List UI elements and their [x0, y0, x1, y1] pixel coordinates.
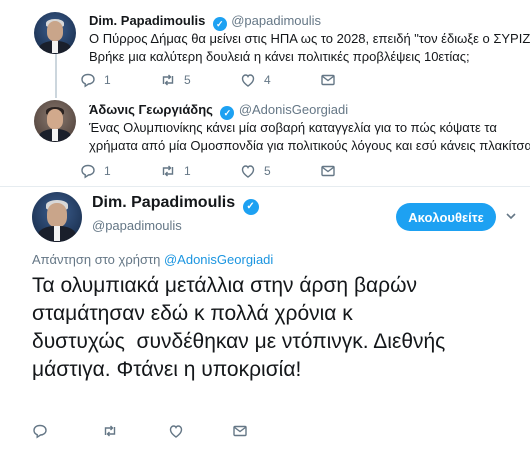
message-button[interactable] [232, 423, 312, 439]
main-tweet-line: μάστιγα. Φτάνει η υποκρισία! [32, 358, 302, 381]
author-name[interactable]: Dim. Papadimoulis [92, 194, 235, 211]
message-icon [321, 74, 335, 86]
reply-icon [81, 164, 95, 179]
main-tweet-line: δυστυχώς συνδέθηκαν με ντόπινγκ. Διεθνής [32, 330, 446, 353]
avatar[interactable] [34, 12, 76, 54]
reply-count: 1 [104, 73, 111, 87]
author-name[interactable]: Άδωνις Γεωργιάδης [89, 102, 213, 117]
verified-badge-icon: ✓ [220, 106, 235, 120]
author-handle[interactable]: @papadimoulis [231, 13, 321, 28]
main-tweet-line: σταμάτησαν εδώ κ πολλά χρόνια κ [32, 302, 353, 325]
tweet-text-line: Ο Πύρρος Δήμας θα μείνει στις ΗΠΑ ως το … [89, 31, 530, 46]
avatar[interactable] [32, 192, 82, 242]
reply-prefix: Απάντηση στο χρήστη [32, 252, 161, 267]
reply-handle-link[interactable]: @AdonisGeorgiadi [164, 252, 273, 267]
verified-badge-icon: ✓ [242, 199, 259, 215]
main-author-handle[interactable]: @papadimoulis [92, 218, 182, 233]
retweet-icon [104, 425, 116, 437]
main-tweet-line: Τα ολυμπιακά μετάλλια στην άρση βαρών [32, 274, 418, 297]
retweet-icon [162, 165, 174, 177]
author-handle[interactable]: @AdonisGeorgiadi [239, 102, 348, 117]
message-button[interactable] [320, 163, 400, 179]
like-count: 5 [264, 164, 271, 178]
following-button[interactable]: Ακολουθείτε [396, 203, 496, 231]
reply-count: 1 [104, 164, 111, 178]
reply-button[interactable]: 1 [80, 72, 160, 88]
retweet-count: 5 [184, 73, 191, 87]
thread-connector [55, 52, 57, 98]
tweet-text-line: Βρήκε μια καλύτερη δουλειά η κάνει πολιτ… [89, 49, 470, 64]
tweet-text-line: Ένας Ολυμπιονίκης κάνει μία σοβαρή καταγ… [89, 120, 497, 135]
reply-button[interactable] [32, 423, 102, 439]
tweet-text-line: χρήματα από μία Ομοσπονδία για πολιτικού… [89, 138, 530, 153]
like-count: 4 [264, 73, 271, 87]
chevron-down-icon[interactable] [504, 209, 518, 223]
separator [0, 186, 530, 187]
message-icon [233, 425, 247, 437]
retweet-icon [162, 74, 174, 86]
retweet-button[interactable]: 1 [160, 163, 240, 179]
like-button[interactable] [168, 423, 232, 439]
reply-context: Απάντηση στο χρήστη @AdonisGeorgiadi [32, 252, 273, 267]
retweet-count: 1 [184, 164, 191, 178]
message-icon [321, 165, 335, 177]
reply-button[interactable]: 1 [80, 163, 160, 179]
like-button[interactable]: 5 [240, 163, 320, 179]
reply-icon [81, 73, 95, 88]
like-icon [241, 165, 255, 178]
like-icon [241, 74, 255, 87]
main-tweet-text: Τα ολυμπιακά μετάλλια στην άρση βαρών στ… [32, 272, 522, 384]
message-button[interactable] [320, 72, 400, 88]
verified-badge-icon: ✓ [212, 17, 227, 31]
retweet-button[interactable]: 5 [160, 72, 240, 88]
main-author-name[interactable]: Dim. Papadimoulis ✓ [92, 194, 259, 215]
reply-icon [33, 424, 47, 439]
like-icon [169, 425, 183, 438]
like-button[interactable]: 4 [240, 72, 320, 88]
avatar[interactable] [34, 100, 76, 142]
author-name[interactable]: Dim. Papadimoulis [89, 13, 205, 28]
retweet-button[interactable] [102, 423, 168, 439]
